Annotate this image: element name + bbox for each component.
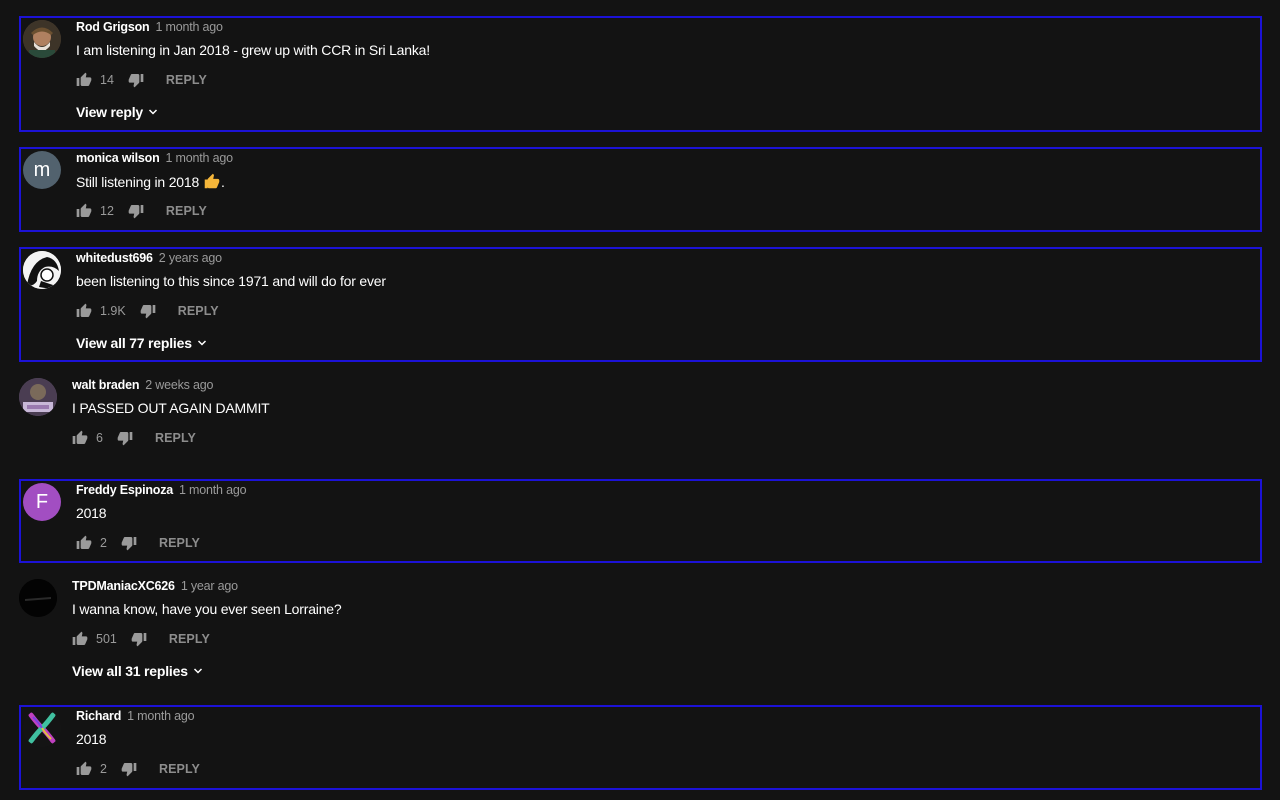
author-name[interactable]: Richard xyxy=(76,709,121,723)
thumbs-up-icon[interactable] xyxy=(76,761,92,777)
comment-thread: Richard 1 month ago 2018 2 REPLY xyxy=(19,705,1262,790)
like-count: 2 xyxy=(100,536,107,550)
comment-thread: F Freddy Espinoza 1 month ago 2018 2 REPL… xyxy=(19,479,1262,563)
thumbs-up-icon[interactable] xyxy=(72,430,88,446)
avatar[interactable] xyxy=(19,378,57,416)
view-replies-button[interactable]: View all 31 replies xyxy=(72,663,203,679)
comment-header: Richard 1 month ago xyxy=(76,709,195,723)
thumbs-down-icon[interactable] xyxy=(117,430,133,446)
comment-header: walt braden 2 weeks ago xyxy=(72,378,213,392)
avatar[interactable] xyxy=(23,709,61,747)
comment-header: TPDManiacXC626 1 year ago xyxy=(72,579,238,593)
chevron-down-icon xyxy=(193,666,203,676)
comment-text: 2018 xyxy=(76,505,107,521)
thumbs-down-icon[interactable] xyxy=(128,72,144,88)
like-count: 14 xyxy=(100,73,114,87)
comment-actions: 501 REPLY xyxy=(72,631,210,647)
thumbs-down-icon[interactable] xyxy=(128,203,144,219)
avatar[interactable]: F xyxy=(23,483,61,521)
view-replies-button[interactable]: View reply xyxy=(76,104,158,120)
comment-actions: 6 REPLY xyxy=(72,430,196,446)
timestamp[interactable]: 1 month ago xyxy=(166,151,233,165)
thumbs-down-icon[interactable] xyxy=(140,303,156,319)
timestamp[interactable]: 1 month ago xyxy=(156,20,223,34)
reply-button[interactable]: REPLY xyxy=(169,632,210,646)
timestamp[interactable]: 2 weeks ago xyxy=(145,378,213,392)
timestamp[interactable]: 1 month ago xyxy=(179,483,246,497)
comment-thread: walt braden 2 weeks ago I PASSED OUT AGAI… xyxy=(17,376,1260,464)
like-count: 501 xyxy=(96,632,117,646)
chevron-down-icon xyxy=(148,107,158,117)
thumbs-up-emoji-icon xyxy=(203,173,221,192)
author-name[interactable]: walt braden xyxy=(72,378,139,392)
comment-text-suffix: . xyxy=(221,174,225,190)
avatar-letter: F xyxy=(35,490,49,513)
author-name[interactable]: Rod Grigson xyxy=(76,20,150,34)
avatar[interactable] xyxy=(19,579,57,617)
reply-button[interactable]: REPLY xyxy=(159,762,200,776)
thumbs-up-icon[interactable] xyxy=(76,535,92,551)
comment-text-container: Still listening in 2018. xyxy=(76,173,225,192)
thumbs-up-icon[interactable] xyxy=(76,303,92,319)
avatar[interactable]: m xyxy=(23,151,61,189)
comment-thread: Rod Grigson 1 month ago I am listening in… xyxy=(19,16,1262,132)
view-replies-label: View reply xyxy=(76,104,144,120)
author-name[interactable]: TPDManiacXC626 xyxy=(72,579,175,593)
timestamp[interactable]: 1 month ago xyxy=(127,709,194,723)
comment-thread: m monica wilson 1 month ago Still listeni… xyxy=(19,147,1262,232)
view-replies-label: View all 31 replies xyxy=(72,663,188,679)
comment-actions: 14 REPLY xyxy=(76,72,207,88)
thumbs-down-icon[interactable] xyxy=(121,761,137,777)
avatar[interactable] xyxy=(23,20,61,58)
author-name[interactable]: Freddy Espinoza xyxy=(76,483,173,497)
comments-section: Rod Grigson 1 month ago I am listening in… xyxy=(0,0,1280,800)
like-count: 2 xyxy=(100,762,107,776)
chevron-down-icon xyxy=(197,338,207,348)
timestamp[interactable]: 1 year ago xyxy=(181,579,238,593)
timestamp[interactable]: 2 years ago xyxy=(159,251,222,265)
comment-thread: TPDManiacXC626 1 year ago I wanna know, h… xyxy=(17,577,1260,692)
comment-header: Freddy Espinoza 1 month ago xyxy=(76,483,247,497)
comment-actions: 1.9K REPLY xyxy=(76,303,219,319)
thumbs-up-icon[interactable] xyxy=(76,72,92,88)
reply-button[interactable]: REPLY xyxy=(178,304,219,318)
author-name[interactable]: monica wilson xyxy=(76,151,160,165)
thumbs-up-icon[interactable] xyxy=(76,203,92,219)
reply-button[interactable]: REPLY xyxy=(166,73,207,87)
comment-text: I am listening in Jan 2018 - grew up wit… xyxy=(76,42,430,58)
avatar-letter: m xyxy=(33,158,51,181)
view-replies-button[interactable]: View all 77 replies xyxy=(76,335,207,351)
comment-actions: 2 REPLY xyxy=(76,761,200,777)
comment-actions: 12 REPLY xyxy=(76,203,207,219)
like-count: 6 xyxy=(96,431,103,445)
comment-header: whitedust696 2 years ago xyxy=(76,251,222,265)
thumbs-down-icon[interactable] xyxy=(131,631,147,647)
reply-button[interactable]: REPLY xyxy=(159,536,200,550)
thumbs-up-icon[interactable] xyxy=(72,631,88,647)
comment-text: I wanna know, have you ever seen Lorrain… xyxy=(72,601,342,617)
avatar[interactable] xyxy=(23,251,61,289)
like-count: 1.9K xyxy=(100,304,126,318)
comment-text: I PASSED OUT AGAIN DAMMIT xyxy=(72,400,270,416)
comment-thread: whitedust696 2 years ago been listening t… xyxy=(19,247,1262,362)
comment-header: Rod Grigson 1 month ago xyxy=(76,20,223,34)
comment-header: monica wilson 1 month ago xyxy=(76,151,233,165)
author-name[interactable]: whitedust696 xyxy=(76,251,153,265)
view-replies-label: View all 77 replies xyxy=(76,335,192,351)
comment-actions: 2 REPLY xyxy=(76,535,200,551)
comment-text: Still listening in 2018 xyxy=(76,174,200,190)
thumbs-down-icon[interactable] xyxy=(121,535,137,551)
like-count: 12 xyxy=(100,204,114,218)
comment-text: 2018 xyxy=(76,731,107,747)
reply-button[interactable]: REPLY xyxy=(166,204,207,218)
reply-button[interactable]: REPLY xyxy=(155,431,196,445)
comment-text: been listening to this since 1971 and wi… xyxy=(76,273,386,289)
